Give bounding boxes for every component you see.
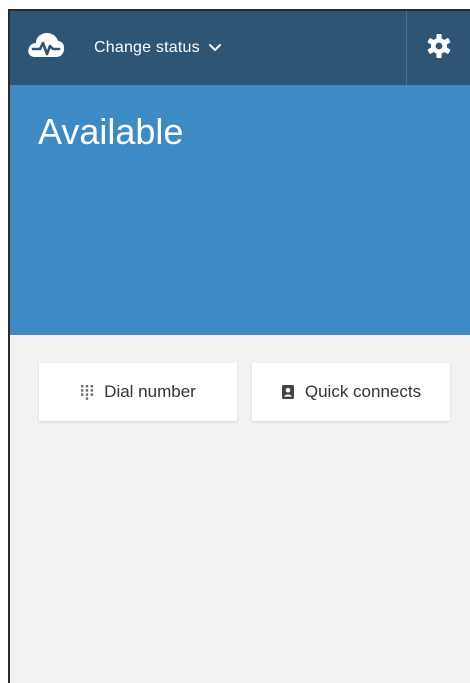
contact-book-icon	[281, 384, 295, 400]
gear-icon[interactable]	[426, 33, 452, 59]
dial-number-label: Dial number	[104, 382, 196, 401]
agent-status-panel: Available	[10, 85, 470, 335]
top-bar: Change status	[10, 11, 470, 85]
actions-area: Dial number Quick connects	[10, 335, 470, 675]
dialpad-icon	[80, 384, 94, 400]
dial-number-button[interactable]: Dial number	[39, 363, 237, 421]
cloud-heartbeat-icon	[26, 28, 66, 64]
chevron-down-icon	[208, 43, 222, 53]
change-status-label: Change status	[94, 39, 200, 56]
ccp-panel: Change status Available Dial number Quic…	[8, 9, 470, 683]
header-divider	[406, 11, 407, 85]
quick-connects-button[interactable]: Quick connects	[252, 363, 450, 421]
quick-connects-label: Quick connects	[304, 382, 422, 401]
change-status-dropdown[interactable]: Change status	[94, 35, 222, 61]
agent-status-title: Available	[38, 111, 184, 152]
